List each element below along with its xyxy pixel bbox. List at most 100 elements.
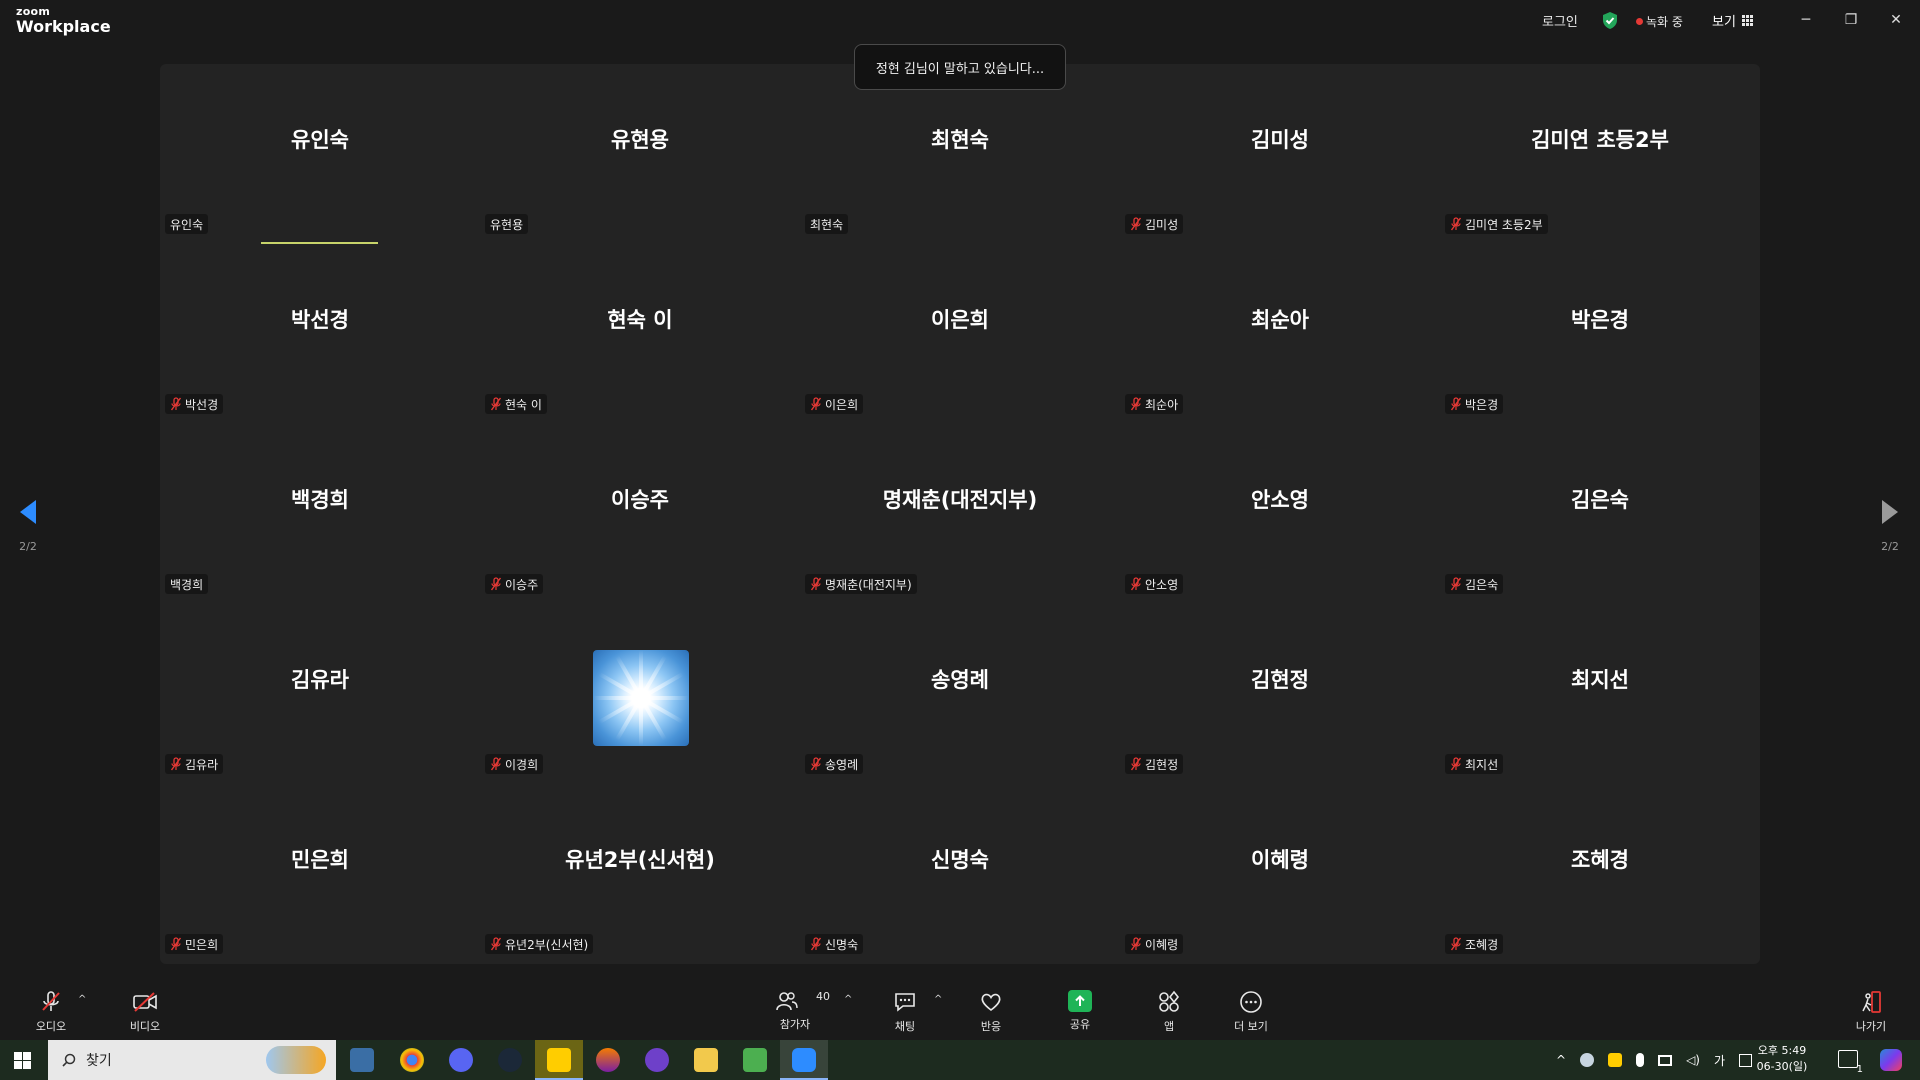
participant-name-text: 신명숙: [825, 937, 859, 952]
more-button[interactable]: 더 보기: [1216, 990, 1286, 1034]
volume-icon[interactable]: ◁): [1686, 1053, 1700, 1067]
search-highlight-icon: [266, 1046, 326, 1074]
participant-name-text: 송영례: [825, 757, 859, 772]
chrome-icon[interactable]: [400, 1048, 424, 1072]
chat-button[interactable]: 채팅: [870, 990, 940, 1034]
keyboard-icon[interactable]: [1739, 1053, 1753, 1067]
previous-page-button[interactable]: 2/2: [18, 498, 38, 553]
drop-app-icon[interactable]: [596, 1048, 620, 1072]
participant-tile[interactable]: 민은희 민은희: [160, 784, 480, 964]
participant-tile[interactable]: 김미연 초등2부 김미연 초등2부: [1440, 64, 1760, 244]
participant-display-name: 박은경: [1571, 308, 1629, 332]
file-explorer-icon[interactable]: [694, 1048, 718, 1072]
participant-display-name: 이은희: [931, 308, 989, 332]
discord-icon[interactable]: [449, 1048, 473, 1072]
logo-zoom-text: zoom: [16, 5, 51, 18]
participant-name-label: 최지선: [1445, 754, 1504, 774]
recording-indicator[interactable]: 녹화 중: [1636, 13, 1683, 30]
participant-tile[interactable]: 김미성 김미성: [1120, 64, 1440, 244]
participant-name-label: 최순아: [1125, 394, 1184, 414]
microphone-tray-icon[interactable]: [1636, 1053, 1645, 1067]
tray-expand-icon[interactable]: ^: [1556, 1053, 1566, 1067]
participant-display-name: 김현정: [1251, 668, 1309, 692]
close-button[interactable]: ✕: [1886, 10, 1906, 30]
participant-tile[interactable]: 현숙 이 현숙 이: [480, 244, 800, 424]
participant-tile[interactable]: 김유라 김유라: [160, 604, 480, 784]
more-icon: [1240, 991, 1262, 1013]
participant-tile[interactable]: 최현숙 최현숙: [800, 64, 1120, 244]
leave-button[interactable]: 나가기: [1836, 990, 1906, 1034]
notification-count: 1: [1856, 1064, 1863, 1075]
video-button[interactable]: 비디오: [110, 990, 180, 1034]
copilot-icon[interactable]: [1880, 1049, 1902, 1071]
participant-profile-picture: [593, 650, 689, 746]
participant-tile[interactable]: 이승주 이승주: [480, 424, 800, 604]
participant-display-name: 백경희: [291, 488, 349, 512]
network-icon[interactable]: [1658, 1054, 1673, 1066]
participant-name-label: 최현숙: [805, 214, 849, 234]
participant-name-text: 명재춘(대전지부): [825, 577, 912, 592]
participant-tile[interactable]: 최순아 최순아: [1120, 244, 1440, 424]
participant-tile[interactable]: 명재춘(대전지부) 명재춘(대전지부): [800, 424, 1120, 604]
participant-name-label: 이경희: [485, 754, 544, 774]
participant-tile[interactable]: 이은희 이은희: [800, 244, 1120, 424]
participant-display-name: 김유라: [291, 668, 349, 692]
system-tray: ^ ◁) 가: [1556, 1040, 1753, 1080]
notification-center-icon[interactable]: 1: [1838, 1050, 1863, 1075]
kakaotalk-tray-icon[interactable]: [1608, 1053, 1623, 1067]
next-page-button[interactable]: 2/2: [1880, 498, 1900, 553]
participant-name-text: 이경희: [505, 757, 539, 772]
windows-start-icon[interactable]: [14, 1052, 31, 1069]
mic-muted-icon: [810, 577, 822, 591]
participant-tile[interactable]: 최지선 최지선: [1440, 604, 1760, 784]
login-link[interactable]: 로그인: [1542, 11, 1578, 30]
github-icon[interactable]: [645, 1048, 669, 1072]
participants-button[interactable]: 40 참가자: [760, 990, 830, 1032]
mic-muted-icon: [810, 397, 822, 411]
taskbar-search-box[interactable]: 찾기: [48, 1040, 336, 1080]
participant-tile[interactable]: 송영례 송영례: [800, 604, 1120, 784]
ime-indicator[interactable]: 가: [1714, 1052, 1725, 1069]
video-label: 비디오: [129, 1020, 161, 1033]
participant-name-text: 최지선: [1465, 757, 1499, 772]
participant-tile[interactable]: 신명숙 신명숙: [800, 784, 1120, 964]
audio-options-caret[interactable]: ^: [78, 994, 86, 1005]
taskbar-app-icon[interactable]: [350, 1048, 374, 1072]
participant-tile[interactable]: 백경희 백경희: [160, 424, 480, 604]
heart-icon: [981, 993, 1001, 1012]
participants-options-caret[interactable]: ^: [844, 994, 852, 1005]
apps-button[interactable]: 앱: [1134, 990, 1204, 1034]
participant-name-text: 최현숙: [810, 217, 844, 232]
share-button[interactable]: 공유: [1045, 990, 1115, 1032]
participant-display-name: 김미연 초등2부: [1531, 128, 1669, 152]
view-button[interactable]: 보기: [1712, 11, 1753, 30]
steam-tray-icon[interactable]: [1580, 1053, 1595, 1067]
participant-tile[interactable]: 이혜령 이혜령: [1120, 784, 1440, 964]
chat-options-caret[interactable]: ^: [934, 994, 942, 1005]
green-app-icon[interactable]: [743, 1048, 767, 1072]
participant-display-name: 김미성: [1251, 128, 1309, 152]
participant-tile[interactable]: 조혜경 조혜경: [1440, 784, 1760, 964]
restore-button[interactable]: ❐: [1841, 10, 1861, 30]
mic-muted-icon: [1130, 217, 1142, 231]
participant-display-name: 현숙 이: [607, 308, 673, 332]
participant-tile[interactable]: 김현정 김현정: [1120, 604, 1440, 784]
participant-tile[interactable]: 유년2부(신서현) 유년2부(신서현): [480, 784, 800, 964]
steam-icon[interactable]: [498, 1048, 522, 1072]
mic-muted-icon: [810, 937, 822, 951]
participant-tile[interactable]: 유인숙 유인숙: [160, 64, 480, 244]
active-speaker-indicator: [261, 242, 378, 244]
audio-button[interactable]: 오디오: [16, 990, 86, 1034]
participant-name-label: 김유라: [165, 754, 224, 774]
minimize-button[interactable]: ─: [1796, 10, 1816, 30]
participant-tile[interactable]: 박은경 박은경: [1440, 244, 1760, 424]
shield-check-icon[interactable]: [1601, 11, 1619, 30]
taskbar-clock[interactable]: 오후 5:49 06-30(일): [1752, 1043, 1812, 1075]
participant-tile[interactable]: 박선경 박선경: [160, 244, 480, 424]
reactions-button[interactable]: 반응: [956, 990, 1026, 1034]
participant-tile[interactable]: 유현용 유현용: [480, 64, 800, 244]
participant-tile[interactable]: 안소영 안소영: [1120, 424, 1440, 604]
page-indicator-left: 2/2: [19, 540, 37, 553]
participant-name-text: 박선경: [185, 397, 219, 412]
participant-tile[interactable]: 김은숙 김은숙: [1440, 424, 1760, 604]
